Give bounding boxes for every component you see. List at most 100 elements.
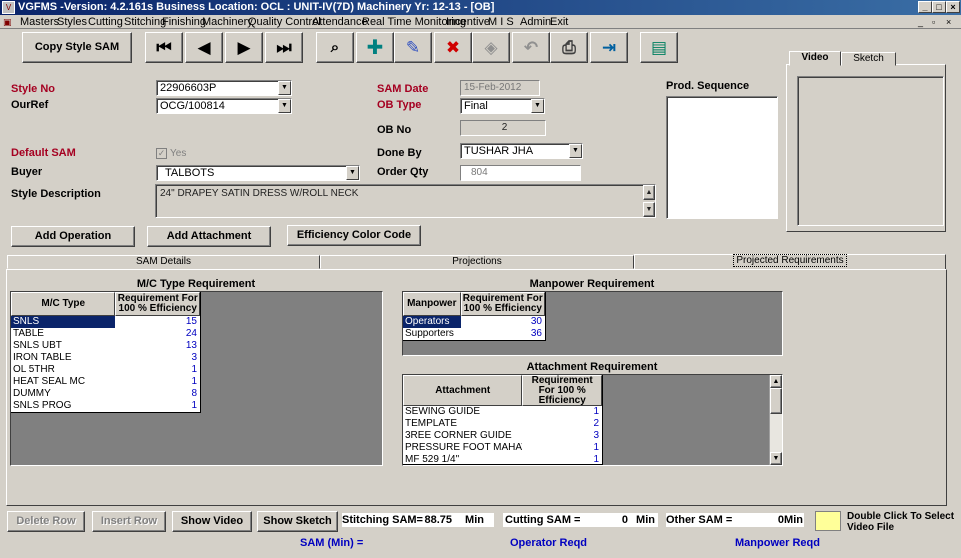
mc-requirement-header[interactable]: Requirement For 100 % Efficiency [115, 292, 200, 316]
tab-sam-details[interactable]: SAM Details [7, 255, 320, 269]
save-button[interactable]: ◈ [472, 32, 510, 63]
maximize-icon[interactable]: □ [932, 1, 946, 13]
menu-exit[interactable]: Exit [550, 16, 568, 28]
manpower-header[interactable]: Manpower [403, 292, 461, 316]
show-sketch-button[interactable]: Show Sketch [257, 511, 338, 532]
next-record-button[interactable]: ▶ [225, 32, 263, 63]
tab-sketch[interactable]: Sketch [841, 52, 896, 66]
attachment-value-cell: 1 [593, 454, 599, 465]
menu-stitching[interactable]: Stitching [124, 16, 166, 28]
notes-button[interactable]: ▤ [640, 32, 678, 63]
mc-row[interactable]: OL 5THR 1 [11, 364, 200, 376]
attachment-row[interactable]: MF 529 1/4" 1 [403, 454, 602, 465]
chevron-down-icon[interactable]: ▼ [346, 166, 359, 180]
scroll-down-icon[interactable]: ▼ [643, 202, 655, 217]
mc-row[interactable]: SNLS PROG 1 [11, 400, 200, 412]
manpower-row[interactable]: Supporters 36 [403, 328, 545, 340]
scroll-up-icon[interactable]: ▲ [643, 185, 655, 200]
close-icon[interactable]: × [946, 1, 960, 13]
mc-row[interactable]: SNLS UBT 13 [11, 340, 200, 352]
scroll-down-icon[interactable]: ▼ [770, 452, 782, 465]
delete-icon: ✖ [445, 37, 461, 57]
attachment-row[interactable]: TEMPLATE 2 [403, 418, 602, 430]
menu-masters[interactable]: Masters [20, 16, 59, 28]
last-record-button[interactable]: ⏭ [265, 32, 303, 63]
manpower-requirement-header[interactable]: Requirement For 100 % Efficiency [460, 292, 545, 316]
default-sam-checkbox[interactable]: ✓ [156, 148, 167, 159]
mc-row[interactable]: HEAT SEAL MC 1 [11, 376, 200, 388]
minimize-icon[interactable]: _ [918, 1, 932, 13]
stitching-sam-label: Stitching SAM= [342, 514, 423, 526]
buyer-combo[interactable]: TALBOTS ▼ [156, 165, 360, 181]
first-record-button[interactable]: ⏮ [145, 32, 183, 63]
show-video-button[interactable]: Show Video [172, 511, 252, 532]
scroll-up-icon[interactable]: ▲ [770, 375, 782, 388]
print-button[interactable]: ⎙ [550, 32, 588, 63]
undo-button[interactable]: ↶ [512, 32, 550, 63]
menu-incentive[interactable]: Incentive [446, 16, 490, 28]
mc-row[interactable]: IRON TABLE 3 [11, 352, 200, 364]
edit-button[interactable]: ✎ [394, 32, 432, 63]
attachment-header[interactable]: Attachment [403, 375, 523, 406]
menu-cutting[interactable]: Cutting [88, 16, 123, 28]
efficiency-color-code-button[interactable]: Efficiency Color Code [287, 225, 421, 246]
attachment-row[interactable]: 3REE CORNER GUIDE 3 [403, 430, 602, 442]
style-no-combo[interactable]: 22906603P ▼ [156, 80, 292, 96]
chevron-down-icon[interactable]: ▼ [278, 81, 291, 95]
attachment-row[interactable]: PRESSURE FOOT MAHAVEER 1 [403, 442, 602, 454]
previous-record-button[interactable]: ◀ [185, 32, 223, 63]
manpower-row[interactable]: Operators 30 [403, 316, 545, 328]
menu-mis[interactable]: M I S [488, 16, 514, 28]
menu-admin[interactable]: Admin [520, 16, 551, 28]
ob-type-combo[interactable]: Final ▼ [460, 98, 545, 114]
video-file-swatch[interactable] [815, 511, 841, 531]
mc-value-cell: 1 [191, 400, 197, 411]
sam-date-label: SAM Date [377, 83, 429, 95]
manpower-title: Manpower Requirement [529, 278, 655, 290]
insert-row-button[interactable]: Insert Row [92, 511, 166, 532]
delete-button[interactable]: ✖ [434, 32, 472, 63]
exit-button[interactable]: ⇥ [590, 32, 628, 63]
style-description-textarea[interactable]: 24" DRAPEY SATIN DRESS W/ROLL NECK ▲ ▼ [155, 184, 656, 218]
delete-row-button[interactable]: Delete Row [7, 511, 85, 532]
tab-projections[interactable]: Projections [320, 255, 634, 269]
mc-value-cell: 13 [185, 340, 197, 351]
chevron-down-icon[interactable]: ▼ [278, 99, 291, 113]
ob-no-field[interactable]: 2 [460, 120, 546, 136]
attachment-row[interactable]: SEWING GUIDE 1 [403, 406, 602, 418]
add-attachment-button[interactable]: Add Attachment [147, 226, 271, 247]
menu-finishing[interactable]: Finishing [162, 16, 206, 28]
chevron-down-icon[interactable]: ▼ [569, 144, 582, 158]
mc-value-cell: 1 [191, 364, 197, 375]
menu-attendance[interactable]: Attendance [312, 16, 368, 28]
menu-machinery[interactable]: Machinery [202, 16, 253, 28]
mc-row[interactable]: DUMMY 8 [11, 388, 200, 400]
tab-video[interactable]: Video [789, 51, 841, 66]
add-button[interactable]: ✚ [356, 32, 394, 63]
mc-row[interactable]: SNLS 15 [11, 316, 200, 328]
mdi-restore-icon[interactable]: ▫ [932, 16, 935, 28]
attachment-requirement-header[interactable]: Requirement For 100 % Efficiency [522, 375, 602, 406]
find-button[interactable]: ⌕ [316, 32, 354, 63]
menu-styles[interactable]: Styles [57, 16, 87, 28]
chevron-down-icon[interactable]: ▼ [531, 99, 544, 113]
menu-quality-control[interactable]: Quality Control [248, 16, 321, 28]
mc-type-header[interactable]: M/C Type [11, 292, 116, 316]
mdi-close-icon[interactable]: × [946, 16, 951, 28]
last-record-icon: ⏭ [276, 37, 292, 57]
video-frame[interactable] [797, 76, 944, 226]
scroll-thumb[interactable] [770, 388, 782, 414]
ourref-combo[interactable]: OCG/100814 ▼ [156, 98, 292, 114]
prod-sequence-list[interactable] [666, 96, 778, 219]
done-by-combo[interactable]: TUSHAR JHA ▼ [460, 143, 583, 159]
mc-value-cell: 3 [191, 352, 197, 363]
mdi-minimize-icon[interactable]: _ [918, 16, 923, 28]
tab-projected-requirements[interactable]: Projected Requirements [634, 254, 946, 270]
copy-style-sam-button[interactable]: Copy Style SAM [22, 32, 132, 63]
attachment-scrollbar[interactable]: ▲ ▼ [769, 375, 782, 465]
mc-row[interactable]: TABLE 24 [11, 328, 200, 340]
sam-date-field[interactable]: 15-Feb-2012 [460, 80, 540, 96]
order-qty-field[interactable]: 804 [460, 165, 581, 181]
add-operation-button[interactable]: Add Operation [11, 226, 135, 247]
mdi-icon[interactable]: ▣ [3, 16, 12, 28]
